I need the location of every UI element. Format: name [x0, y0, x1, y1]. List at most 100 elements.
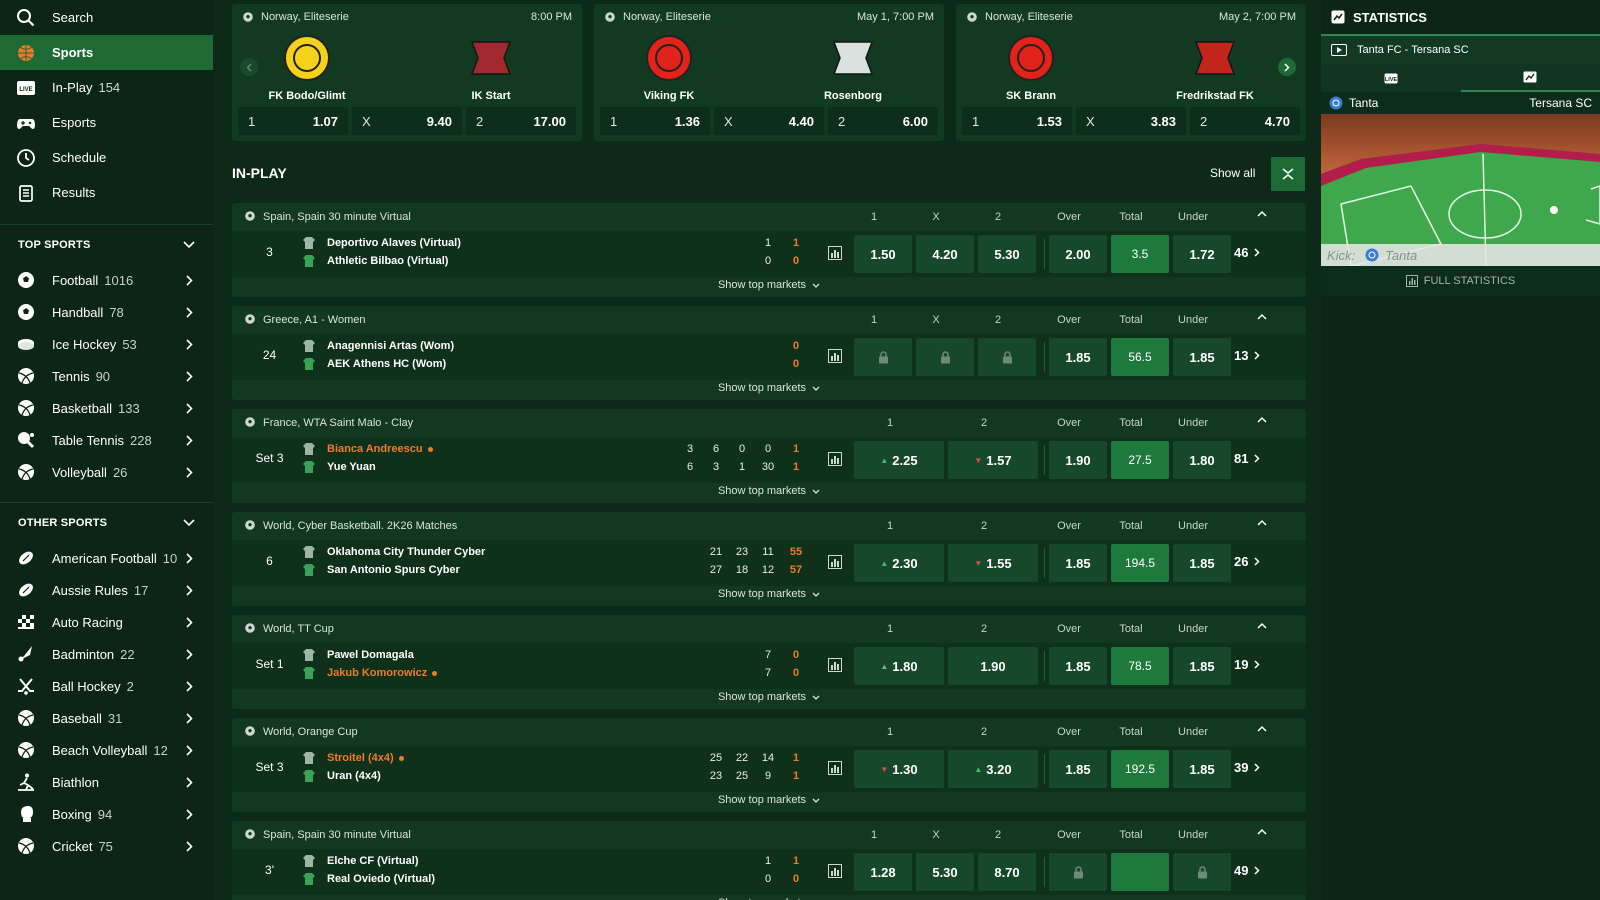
odds-button[interactable]: 2 4.70 — [1190, 107, 1300, 135]
over-odds-button[interactable]: 2.00 — [1049, 235, 1107, 273]
top-sports-header[interactable]: TOP SPORTS — [0, 224, 213, 264]
featured-match-card[interactable]: Norway, Eliteserie May 2, 7:00 PM SK Brann… — [956, 4, 1306, 141]
under-odds-button[interactable]: 1.72 — [1173, 235, 1231, 273]
odds-button[interactable]: 1 1.53 — [962, 107, 1072, 135]
odds-button-1[interactable]: ▼ 1.30 — [854, 750, 944, 788]
odds-button-2[interactable]: ▲ 3.20 — [948, 750, 1038, 788]
sidebar-item-baseball[interactable]: Baseball 31 — [0, 702, 213, 734]
nav-sports[interactable]: Sports — [0, 35, 213, 70]
over-odds-button[interactable]: 1.85 — [1049, 750, 1107, 788]
sidebar-item-biathlon[interactable]: Biathlon — [0, 766, 213, 798]
nav-results[interactable]: Results — [0, 175, 213, 210]
event-row[interactable]: 24 Anagennisi Artas (Wom) 0 AEK Athens HC (… — [232, 334, 1306, 380]
over-odds-button[interactable]: 1.85 — [1049, 647, 1107, 685]
chevron-up-icon[interactable] — [1257, 622, 1267, 629]
over-odds-button[interactable] — [1049, 853, 1107, 891]
more-markets-button[interactable]: 13 — [1234, 348, 1261, 363]
odds-button-1[interactable]: ▲ 2.25 — [854, 441, 944, 479]
nav-esports[interactable]: Esports — [0, 105, 213, 140]
show-top-markets-link[interactable]: Show top markets — [232, 588, 1306, 600]
odds-button-x[interactable]: 4.20 — [916, 235, 974, 273]
odds-button-2[interactable]: ▼ 1.55 — [948, 544, 1038, 582]
odds-button-1[interactable]: 1.50 — [854, 235, 912, 273]
show-top-markets-link[interactable]: Show top markets — [232, 485, 1306, 497]
event-row[interactable]: Set 1 Pawel Domagala 7 0 Jakub Komorowicz 7 0 ▲… — [232, 643, 1306, 689]
sidebar-item-beach-volleyball[interactable]: Beach Volleyball 12 — [0, 734, 213, 766]
stats-icon[interactable] — [828, 761, 842, 775]
odds-button-x[interactable] — [916, 338, 974, 376]
sidebar-item-handball[interactable]: Handball 78 — [0, 296, 213, 328]
chevron-up-icon[interactable] — [1257, 828, 1267, 835]
sidebar-item-tennis[interactable]: Tennis 90 — [0, 360, 213, 392]
under-odds-button[interactable] — [1173, 853, 1231, 891]
sidebar-item-football[interactable]: Football 1016 — [0, 264, 213, 296]
more-markets-button[interactable]: 26 — [1234, 554, 1261, 569]
show-top-markets-link[interactable]: Show top markets — [232, 794, 1306, 806]
more-markets-button[interactable]: 19 — [1234, 657, 1261, 672]
under-odds-button[interactable]: 1.85 — [1173, 544, 1231, 582]
sidebar-item-auto-racing[interactable]: Auto Racing — [0, 606, 213, 638]
odds-button-2[interactable]: ▼ 1.57 — [948, 441, 1038, 479]
over-odds-button[interactable]: 1.90 — [1049, 441, 1107, 479]
event-row[interactable]: Set 3 Stroitel (4x4) 25 22 14 1 Uran (4x4) 23 25… — [232, 746, 1306, 792]
odds-button-2[interactable]: 1.90 — [948, 647, 1038, 685]
over-odds-button[interactable]: 1.85 — [1049, 544, 1107, 582]
event-row[interactable]: 3' Elche CF (Virtual) 1 1 Real Oviedo (Virtu… — [232, 849, 1306, 895]
chevron-up-icon[interactable] — [1257, 519, 1267, 526]
sidebar-item-ball-hockey[interactable]: Ball Hockey 2 — [0, 670, 213, 702]
more-markets-button[interactable]: 81 — [1234, 451, 1261, 466]
odds-button-1[interactable]: ▲ 2.30 — [854, 544, 944, 582]
odds-button[interactable]: 2 6.00 — [828, 107, 938, 135]
show-all-link[interactable]: Show all — [1210, 166, 1255, 180]
under-odds-button[interactable]: 1.85 — [1173, 750, 1231, 788]
stats-icon[interactable] — [828, 864, 842, 878]
odds-button-2[interactable]: 8.70 — [978, 853, 1036, 891]
carousel-prev-button[interactable] — [240, 58, 258, 76]
sidebar-item-ice-hockey[interactable]: Ice Hockey 53 — [0, 328, 213, 360]
statistics-match-selector[interactable]: Tanta FC - Tersana SC — [1321, 36, 1600, 64]
collapse-button[interactable] — [1271, 157, 1305, 191]
odds-button[interactable]: X 9.40 — [352, 107, 462, 135]
nav-schedule[interactable]: Schedule — [0, 140, 213, 175]
more-markets-button[interactable]: 46 — [1234, 245, 1261, 260]
sidebar-item-cricket[interactable]: Cricket 75 — [0, 830, 213, 862]
odds-button[interactable]: 2 17.00 — [466, 107, 576, 135]
full-statistics-button[interactable]: FULL STATISTICS — [1321, 266, 1600, 296]
over-odds-button[interactable]: 1.85 — [1049, 338, 1107, 376]
odds-button-1[interactable]: ▲ 1.80 — [854, 647, 944, 685]
chevron-up-icon[interactable] — [1257, 313, 1267, 320]
chevron-up-icon[interactable] — [1257, 725, 1267, 732]
stats-icon[interactable] — [828, 658, 842, 672]
under-odds-button[interactable]: 1.80 — [1173, 441, 1231, 479]
event-row[interactable]: Set 3 Bianca Andreescu 3 6 0 0 1 Yue Yuan 6 3 1 30 1… — [232, 437, 1306, 483]
under-odds-button[interactable]: 1.85 — [1173, 338, 1231, 376]
sidebar-item-aussie-rules[interactable]: Aussie Rules 17 — [0, 574, 213, 606]
chevron-up-icon[interactable] — [1257, 210, 1267, 217]
sidebar-item-table-tennis[interactable]: Table Tennis 228 — [0, 424, 213, 456]
stats-icon[interactable] — [828, 555, 842, 569]
featured-match-card[interactable]: Norway, Eliteserie 8:00 PM FK Bodo/Glimt IK… — [232, 4, 582, 141]
odds-button-1[interactable]: 1.28 — [854, 853, 912, 891]
sidebar-item-badminton[interactable]: Badminton 22 — [0, 638, 213, 670]
event-row[interactable]: 3 Deportivo Alaves (Virtual) 1 1 Athletic Bi… — [232, 231, 1306, 277]
show-top-markets-link[interactable]: Show top markets — [232, 691, 1306, 703]
show-top-markets-link[interactable]: Show top markets — [232, 279, 1306, 291]
event-row[interactable]: 6 Oklahoma City Thunder Cyber 21 23 11 55 San … — [232, 540, 1306, 586]
odds-button[interactable]: 1 1.07 — [238, 107, 348, 135]
nav-search[interactable]: Search — [0, 0, 213, 35]
odds-button-2[interactable] — [978, 338, 1036, 376]
odds-button[interactable]: X 3.83 — [1076, 107, 1186, 135]
stats-icon[interactable] — [828, 246, 842, 260]
odds-button-x[interactable]: 5.30 — [916, 853, 974, 891]
featured-match-card[interactable]: Norway, Eliteserie May 1, 7:00 PM Viking F… — [594, 4, 944, 141]
under-odds-button[interactable]: 1.85 — [1173, 647, 1231, 685]
odds-button[interactable]: 1 1.36 — [600, 107, 710, 135]
odds-button-2[interactable]: 5.30 — [978, 235, 1036, 273]
stats-icon[interactable] — [828, 349, 842, 363]
other-sports-header[interactable]: OTHER SPORTS — [0, 502, 213, 542]
show-top-markets-link[interactable]: Show top markets — [232, 382, 1306, 394]
odds-button[interactable]: X 4.40 — [714, 107, 824, 135]
tab-live-tracker[interactable]: LIVE — [1321, 64, 1461, 92]
carousel-next-button[interactable] — [1278, 58, 1296, 76]
more-markets-button[interactable]: 49 — [1234, 863, 1261, 878]
